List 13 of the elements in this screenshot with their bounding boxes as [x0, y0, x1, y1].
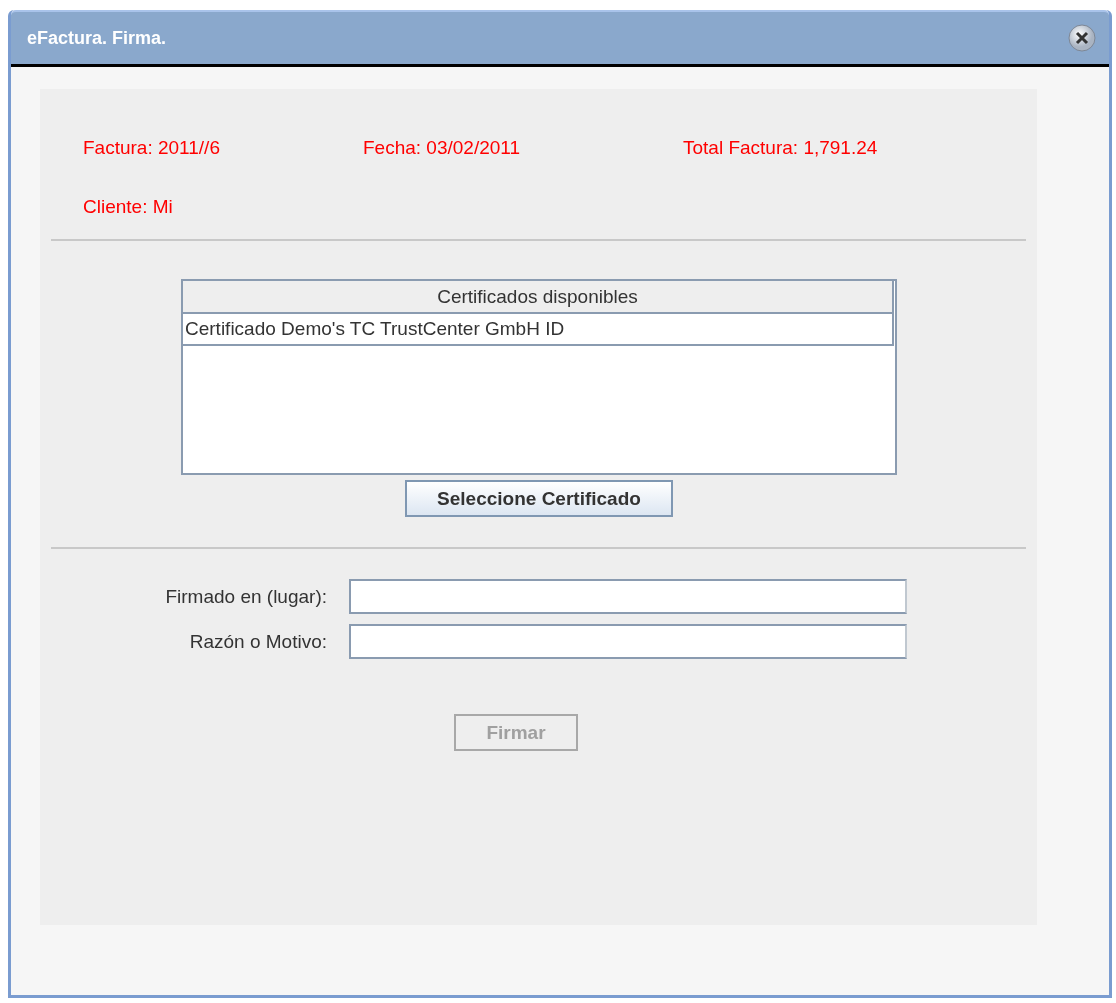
input-field[interactable] — [349, 579, 907, 614]
invoice-info: Cliente: Mi — [83, 196, 174, 219]
select-certificate-button[interactable]: Seleccione Certificado — [405, 480, 673, 517]
field-label: Razón o Motivo: — [189, 630, 327, 653]
invoice-info: Total Factura: 1,791.24 — [683, 137, 879, 160]
invoice-info: Factura: 2011//6 — [83, 137, 221, 160]
input-field[interactable] — [349, 624, 907, 659]
close-icon[interactable] — [1067, 23, 1097, 53]
field-label: Firmado en (lugar): — [165, 585, 327, 608]
invoice-info: Fecha: 03/02/2011 — [363, 137, 522, 160]
window-title: eFactura. Firma. — [27, 27, 168, 49]
table-row[interactable]: Certificado Demo's TC TrustCenter GmbH ID — [183, 314, 894, 346]
column-header[interactable]: Certificados disponibles — [183, 281, 894, 314]
